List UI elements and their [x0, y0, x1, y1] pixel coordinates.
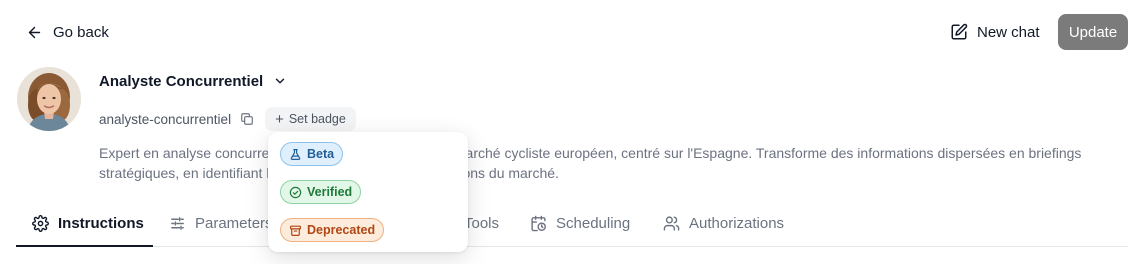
- badge-option-verified[interactable]: Verified: [280, 180, 362, 204]
- tab-bar: Instructions Parameters Tools Scheduling…: [16, 200, 1128, 247]
- plus-icon: +: [275, 110, 284, 128]
- tab-label: Parameters: [195, 214, 273, 232]
- badge-label: Verified: [307, 185, 353, 199]
- users-icon: [663, 215, 680, 231]
- tab-label: Authorizations: [689, 214, 785, 232]
- description-line-2: stratégiques, en identifiant les signaux…: [99, 165, 559, 181]
- archive-icon: [290, 225, 301, 236]
- edit-square-icon: [951, 23, 968, 40]
- badge-option-beta[interactable]: Beta: [280, 142, 344, 166]
- avatar: [17, 67, 81, 131]
- description-line-1: Expert en analyse concurrentielle et vei…: [99, 145, 1082, 161]
- check-circle-icon: [289, 186, 302, 198]
- go-back-label: Go back: [53, 23, 109, 41]
- avatar-portrait-image: [17, 67, 81, 131]
- copy-icon[interactable]: [239, 111, 255, 127]
- calendar-clock-icon: [531, 215, 546, 231]
- update-button[interactable]: Update: [1058, 14, 1128, 50]
- badge-label: Beta: [307, 147, 335, 161]
- badge-dropdown-menu: Beta Verified Deprecated: [268, 132, 468, 252]
- sliders-icon: [171, 216, 184, 230]
- agent-name-selector[interactable]: Analyste Concurrentiel: [99, 71, 287, 91]
- gear-icon: [32, 214, 49, 232]
- agent-handle: analyste-concurrentiel: [99, 111, 232, 127]
- go-back-button[interactable]: Go back: [26, 20, 109, 44]
- arrow-left-icon: [28, 26, 41, 38]
- tab-parameters[interactable]: Parameters: [169, 212, 273, 234]
- tab-authorizations[interactable]: Authorizations: [663, 212, 784, 234]
- tab-scheduling[interactable]: Scheduling: [530, 212, 630, 234]
- top-bar: Go back New chat Update: [0, 0, 1140, 64]
- flask-icon: [290, 148, 301, 160]
- chevron-down-icon: [276, 78, 285, 84]
- new-chat-label: New chat: [977, 23, 1040, 41]
- tab-label: Instructions: [58, 214, 144, 232]
- set-badge-label: Set badge: [288, 112, 346, 126]
- badge-label: Deprecated: [307, 223, 376, 237]
- tab-label: Tools: [464, 214, 500, 232]
- agent-handle-row: analyste-concurrentiel + Set badge: [99, 107, 356, 131]
- agent-name: Analyste Concurrentiel: [99, 72, 264, 90]
- new-chat-button[interactable]: New chat: [950, 20, 1040, 44]
- tab-label: Scheduling: [556, 214, 631, 232]
- agent-description: Expert en analyse concurrentielle et vei…: [99, 143, 1119, 183]
- badge-option-deprecated[interactable]: Deprecated: [280, 218, 385, 242]
- active-tab-indicator: [16, 245, 153, 247]
- tab-instructions[interactable]: Instructions: [32, 212, 144, 234]
- set-badge-button[interactable]: + Set badge: [265, 107, 356, 131]
